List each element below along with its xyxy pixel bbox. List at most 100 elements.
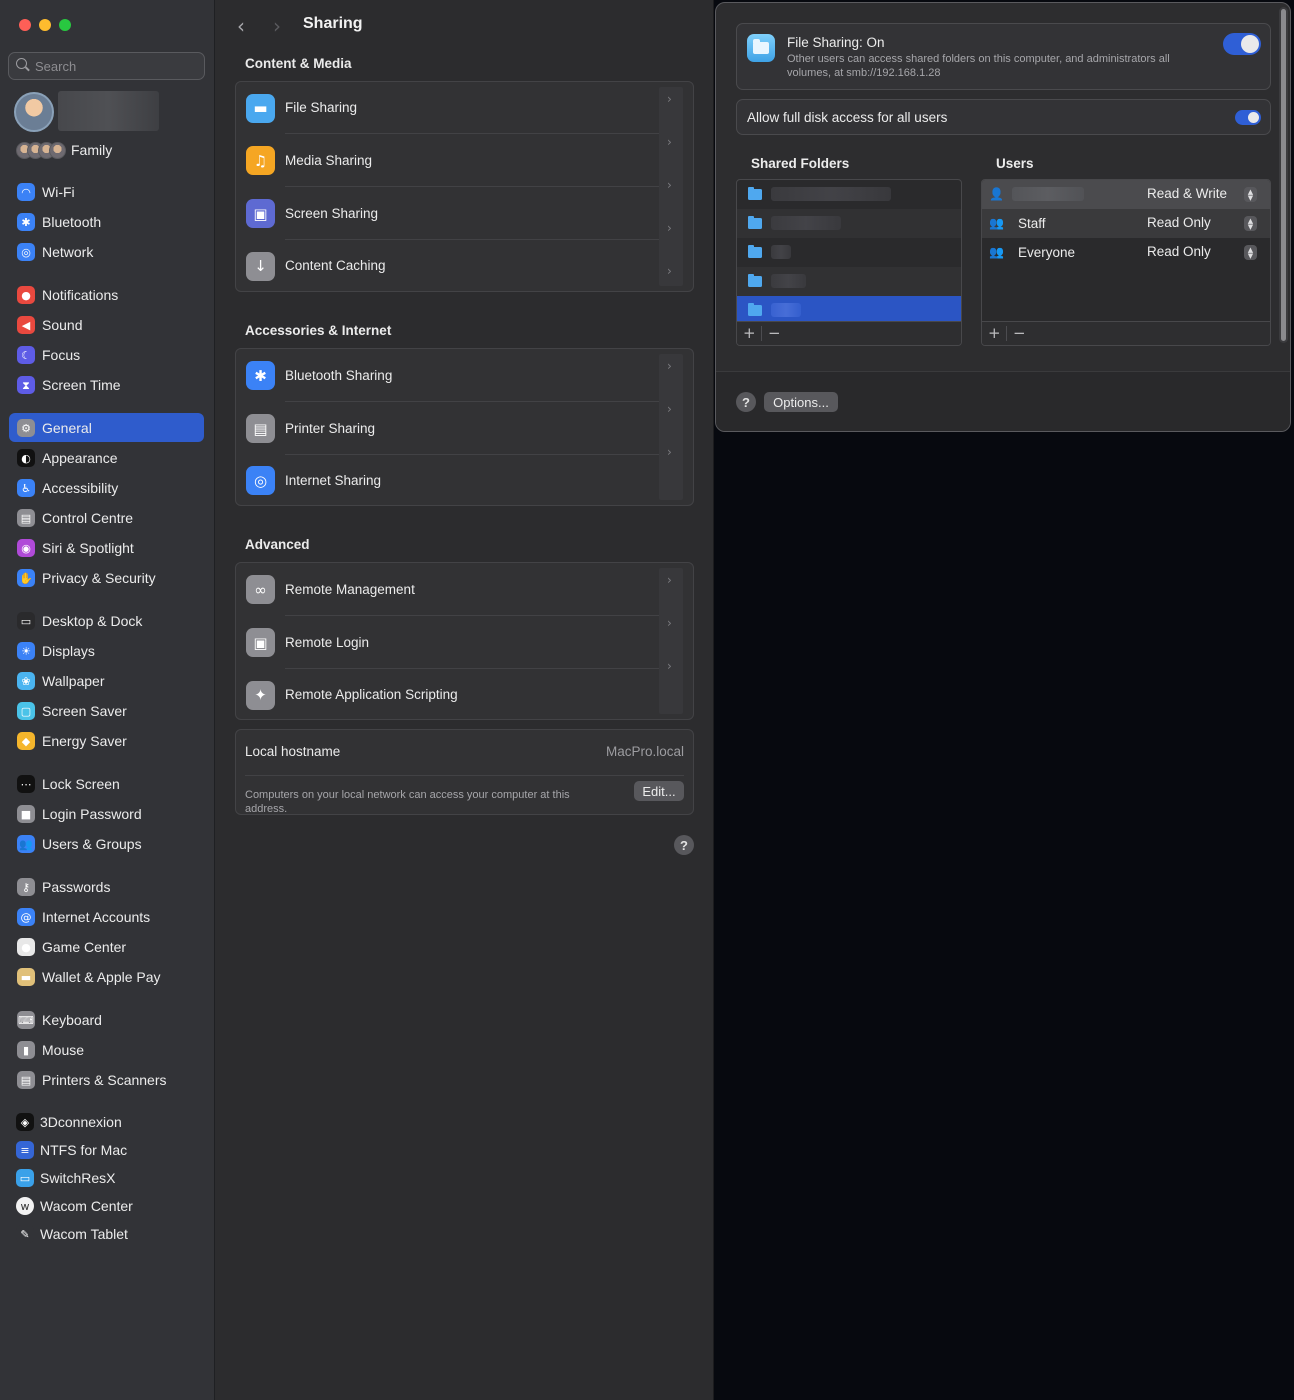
globe-icon: ◎ [17,243,35,261]
add-folder-button[interactable]: + [743,324,756,342]
file-sharing-toggle[interactable] [1223,33,1261,55]
moon-icon: ☾ [17,346,35,364]
sidebar-item-wacom-center[interactable]: w Wacom Center [9,1191,204,1220]
row-internet-sharing[interactable]: ◎ Internet Sharing [236,455,693,506]
sidebar-item-wallpaper[interactable]: ❀ Wallpaper [9,666,204,695]
shared-folders-list[interactable]: + − [736,179,962,346]
row-remote-application-scripting[interactable]: ✦ Remote Application Scripting [236,669,693,721]
content-caching-icon: ↓ [246,251,275,281]
users-list[interactable]: 👤 Read & Write ▲ ▼ 👥 Staff Read Only ▲ ▼ 👥 Everyon… [981,179,1271,346]
permission-stepper[interactable]: ▲ ▼ [1244,216,1257,231]
sidebar-item-keyboard[interactable]: ⌨ Keyboard [9,1005,204,1034]
sidebar-item-label: SwitchResX [40,1170,116,1186]
sidebar-item-general[interactable]: ⚙ General [9,413,204,442]
sidebar-item-privacy-and-security[interactable]: ✋ Privacy & Security [9,563,204,592]
sidebar-item-desktop-and-dock[interactable]: ▭ Desktop & Dock [9,606,204,635]
sidebar-item-lock-screen[interactable]: ⋯ Lock Screen [9,769,204,798]
row-label: Remote Application Scripting [285,687,458,702]
sidebar-item-energy-saver[interactable]: ◆ Energy Saver [9,726,204,755]
file-sharing-title: File Sharing: On [787,35,885,50]
at-icon: @ [17,908,35,926]
sidebar-item-users-and-groups[interactable]: 👥 Users & Groups [9,829,204,858]
sidebar-item-notifications[interactable]: ● Notifications [9,280,204,309]
sidebar-item-switchresx[interactable]: ▭ SwitchResX [9,1163,204,1192]
sheet-scrollbar[interactable] [1279,7,1288,343]
options-button[interactable]: Options... [764,392,838,412]
sidebar-item-internet-accounts[interactable]: @ Internet Accounts [9,902,204,931]
bulb-icon: ◆ [17,732,35,750]
sidebar-item-sound[interactable]: ◀ Sound [9,310,204,339]
user-name: Everyone [1018,245,1076,260]
group-icon: 👥 [989,216,1004,230]
sidebar-item-label: Screen Saver [42,703,127,719]
sidebar-item-ntfs-for-mac[interactable]: ≡ NTFS for Mac [9,1135,204,1164]
row-content-caching[interactable]: ↓ Content Caching [236,240,693,292]
section-card-accessories-and-internet: › › › ✱ Bluetooth Sharing ▤ Printer Sharing ◎ In… [235,348,694,506]
help-button[interactable]: ? [674,835,694,855]
sidebar-item-label: Game Center [42,939,127,955]
wifi-icon: ◠ [17,183,35,201]
folder-name-redacted [771,216,841,230]
sidebar-item-mouse[interactable]: ▮ Mouse [9,1035,204,1064]
close-window-button[interactable] [19,19,31,31]
remove-user-button[interactable]: − [1013,324,1026,342]
sidebar-item-focus[interactable]: ☾ Focus [9,340,204,369]
shared-folder-row[interactable] [737,267,961,296]
shared-folder-row[interactable] [737,180,961,209]
zoom-window-button[interactable] [59,19,71,31]
keyboard-icon: ⌨ [17,1011,35,1029]
shared-folder-row[interactable] [737,209,961,238]
sheet-help-button[interactable]: ? [736,392,756,412]
account-avatar[interactable] [14,92,54,132]
user-row[interactable]: 👥 Everyone Read Only ▲ ▼ [982,238,1270,267]
row-media-sharing[interactable]: ♫ Media Sharing [236,134,693,187]
edit-hostname-button[interactable]: Edit... [634,781,684,801]
sidebar-item-label: Notifications [42,287,119,303]
row-remote-management[interactable]: ∞ Remote Management [236,563,693,616]
remove-folder-button[interactable]: − [768,324,781,342]
sidebar-item-label: Wi-Fi [42,184,75,200]
search-field[interactable] [8,52,205,80]
permission-stepper[interactable]: ▲ ▼ [1244,245,1257,260]
row-file-sharing[interactable]: ▬ File Sharing [236,82,693,134]
sidebar-item-printers-and-scanners[interactable]: ▤ Printers & Scanners [9,1065,204,1094]
full-disk-access-toggle[interactable] [1235,110,1261,125]
sidebar-item-wacom-tablet[interactable]: ✎ Wacom Tablet [9,1219,204,1248]
sidebar-item-control-centre[interactable]: ▤ Control Centre [9,503,204,532]
minimize-window-button[interactable] [39,19,51,31]
back-button[interactable]: ‹ [237,14,245,38]
row-bluetooth-sharing[interactable]: ✱ Bluetooth Sharing [236,349,693,402]
sidebar-item-siri-and-spotlight[interactable]: ◉ Siri & Spotlight [9,533,204,562]
shared-folder-row[interactable] [737,238,961,267]
family-avatar [49,142,66,159]
row-printer-sharing[interactable]: ▤ Printer Sharing [236,402,693,455]
row-remote-login[interactable]: ▣ Remote Login [236,616,693,669]
key-icon: ⚷ [17,878,35,896]
sidebar-item-network[interactable]: ◎ Network [9,237,204,266]
sidebar-item-screen-time[interactable]: ⧗ Screen Time [9,370,204,399]
sidebar-item-login-password[interactable]: ■ Login Password [9,799,204,828]
sidebar-item-bluetooth[interactable]: ✱ Bluetooth [9,207,204,236]
permission-stepper[interactable]: ▲ ▼ [1244,187,1257,202]
sidebar-item-wallet-and-apple-pay[interactable]: ▬ Wallet & Apple Pay [9,962,204,991]
sidebar-item-game-center[interactable]: ● Game Center [9,932,204,961]
user-row[interactable]: 👥 Staff Read Only ▲ ▼ [982,209,1270,238]
row-screen-sharing[interactable]: ▣ Screen Sharing [236,187,693,240]
sidebar-item-accessibility[interactable]: ♿ Accessibility [9,473,204,502]
sidebar-item-passwords[interactable]: ⚷ Passwords [9,872,204,901]
sidebar-item-label: Displays [42,643,95,659]
account-name-redacted[interactable] [58,91,159,131]
sidebar-item-screen-saver[interactable]: ▢ Screen Saver [9,696,204,725]
sheet-footer: ? Options... [716,371,1290,431]
forward-button[interactable]: › [273,14,281,38]
sun-icon: ☀ [17,642,35,660]
user-row[interactable]: 👤 Read & Write ▲ ▼ [982,180,1270,209]
sidebar-item-appearance[interactable]: ◐ Appearance [9,443,204,472]
search-input[interactable] [35,56,195,76]
binoculars-icon: ∞ [246,575,275,604]
add-user-button[interactable]: + [988,324,1001,342]
sidebar-item-displays[interactable]: ☀ Displays [9,636,204,665]
sidebar-item-3dconnexion[interactable]: ◈ 3Dconnexion [9,1107,204,1136]
sidebar-item-wi-fi[interactable]: ◠ Wi-Fi [9,177,204,206]
family-item[interactable]: Family [16,141,206,161]
